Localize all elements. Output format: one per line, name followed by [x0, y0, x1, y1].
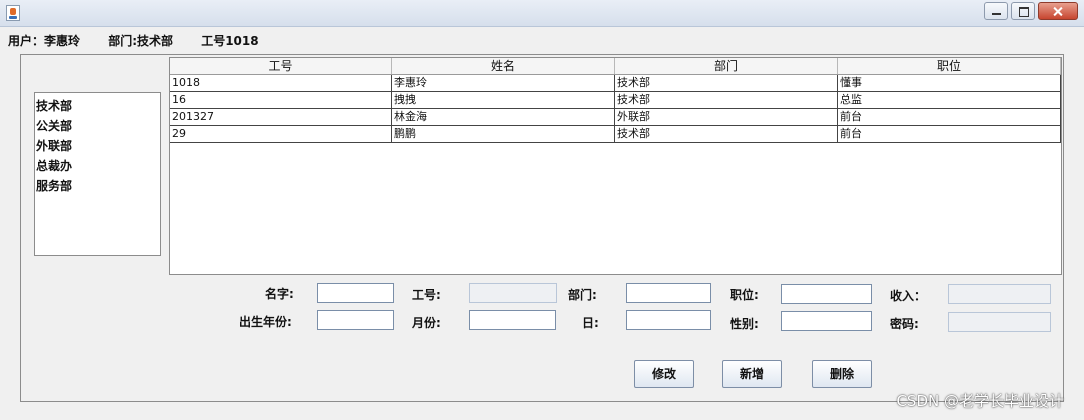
minimize-button[interactable] — [984, 2, 1008, 20]
dept-field[interactable] — [626, 283, 711, 303]
id-field[interactable] — [469, 283, 557, 303]
department-list[interactable]: 技术部 公关部 外联部 总裁办 服务部 — [34, 92, 161, 256]
csdn-watermark: CSDN @老学长毕业设计 — [896, 392, 1064, 410]
column-header-id[interactable]: 工号 — [170, 58, 392, 74]
table-cell[interactable]: 拽拽 — [392, 92, 615, 108]
gender-label: 性别: — [730, 317, 759, 331]
password-label: 密码: — [890, 317, 919, 331]
dept-label: 部门: — [568, 288, 597, 302]
close-button[interactable] — [1038, 2, 1078, 20]
employee-table[interactable]: 工号 姓名 部门 职位 1018 李惠玲 技术部 懂事 16 拽拽 技术部 总监… — [169, 57, 1062, 275]
table-cell[interactable]: 前台 — [838, 126, 1061, 142]
table-cell[interactable]: 1018 — [170, 75, 392, 91]
table-cell[interactable]: 李惠玲 — [392, 75, 615, 91]
birth-year-field[interactable] — [317, 310, 394, 330]
main-panel: 技术部 公关部 外联部 总裁办 服务部 工号 姓名 部门 职位 1018 李惠玲… — [20, 54, 1064, 402]
maximize-button[interactable] — [1011, 2, 1035, 20]
id-label: 工号: — [412, 288, 441, 302]
table-cell[interactable]: 外联部 — [615, 109, 838, 125]
table-cell[interactable]: 林金海 — [392, 109, 615, 125]
current-user: 用户：李惠玲 — [8, 34, 81, 48]
table-cell[interactable]: 29 — [170, 126, 392, 142]
current-dept: 部门:技术部 — [108, 34, 174, 48]
delete-button[interactable]: 删除 — [812, 360, 872, 388]
table-row[interactable]: 201327 林金海 外联部 前台 — [170, 109, 1061, 126]
position-label: 职位: — [730, 288, 759, 302]
month-field[interactable] — [469, 310, 556, 330]
income-field[interactable] — [948, 284, 1051, 304]
user-info-bar: 用户：李惠玲 部门:技术部 工号1018 — [8, 32, 283, 49]
table-cell[interactable]: 16 — [170, 92, 392, 108]
table-header: 工号 姓名 部门 职位 — [170, 58, 1061, 75]
name-label: 名字: — [265, 287, 294, 301]
table-cell[interactable]: 鹏鹏 — [392, 126, 615, 142]
table-row[interactable]: 29 鹏鹏 技术部 前台 — [170, 126, 1061, 143]
gender-field[interactable] — [781, 311, 872, 331]
column-header-dept[interactable]: 部门 — [615, 58, 838, 74]
window-controls — [984, 2, 1078, 20]
table-cell[interactable]: 201327 — [170, 109, 392, 125]
income-label: 收入： — [890, 289, 927, 303]
day-label: 日: — [582, 316, 599, 330]
table-row[interactable]: 1018 李惠玲 技术部 懂事 — [170, 75, 1061, 92]
list-item[interactable]: 技术部 — [36, 96, 160, 116]
position-field[interactable] — [781, 284, 872, 304]
table-cell[interactable]: 前台 — [838, 109, 1061, 125]
table-cell[interactable]: 懂事 — [838, 75, 1061, 91]
list-item[interactable]: 总裁办 — [36, 156, 160, 176]
table-cell[interactable]: 技术部 — [615, 92, 838, 108]
current-id: 工号1018 — [201, 34, 259, 48]
column-header-name[interactable]: 姓名 — [392, 58, 615, 74]
password-field[interactable] — [948, 312, 1051, 332]
month-label: 月份: — [412, 316, 441, 330]
column-header-position[interactable]: 职位 — [838, 58, 1061, 74]
birth-year-label: 出生年份: — [239, 315, 292, 329]
day-field[interactable] — [626, 310, 711, 330]
list-item[interactable]: 服务部 — [36, 176, 160, 196]
modify-button[interactable]: 修改 — [634, 360, 694, 388]
table-cell[interactable]: 技术部 — [615, 126, 838, 142]
list-item[interactable]: 公关部 — [36, 116, 160, 136]
list-item[interactable]: 外联部 — [36, 136, 160, 156]
title-bar — [0, 0, 1084, 27]
java-app-icon — [6, 5, 20, 21]
name-field[interactable] — [317, 283, 394, 303]
table-cell[interactable]: 技术部 — [615, 75, 838, 91]
add-button[interactable]: 新增 — [722, 360, 782, 388]
table-row[interactable]: 16 拽拽 技术部 总监 — [170, 92, 1061, 109]
table-cell[interactable]: 总监 — [838, 92, 1061, 108]
